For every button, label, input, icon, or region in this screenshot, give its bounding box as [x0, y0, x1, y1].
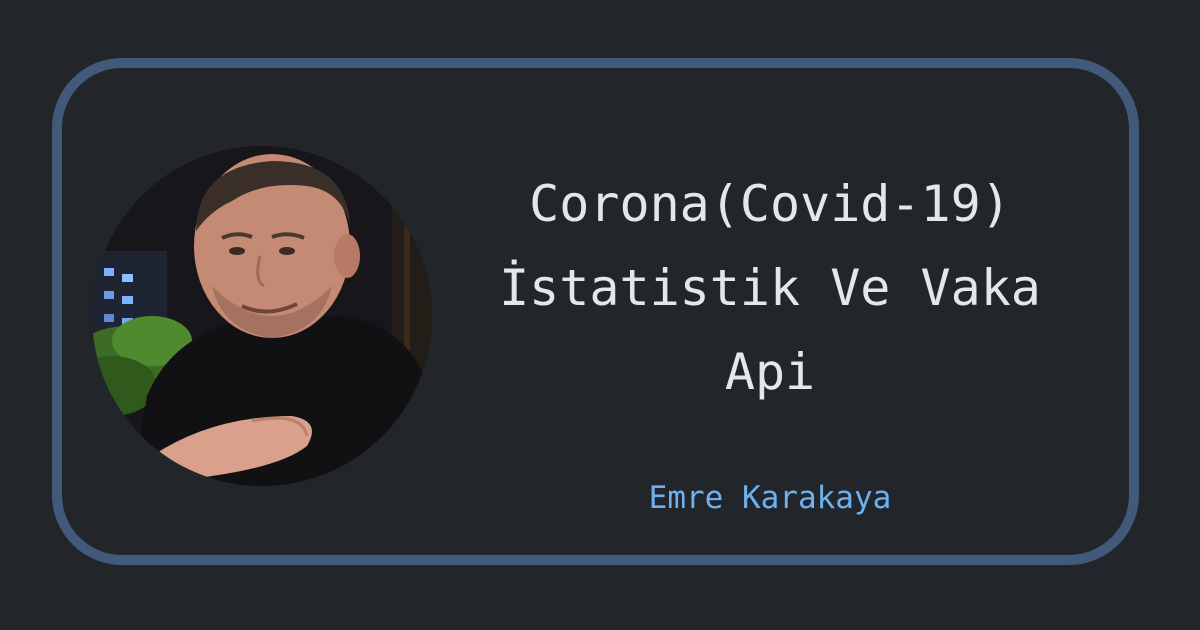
author-avatar [92, 146, 432, 486]
author-name: Emre Karakaya [648, 480, 892, 516]
post-title: Corona(Covid-19) İstatistik Ve Vaka Api [499, 175, 1041, 401]
profile-photo-icon [92, 146, 432, 486]
